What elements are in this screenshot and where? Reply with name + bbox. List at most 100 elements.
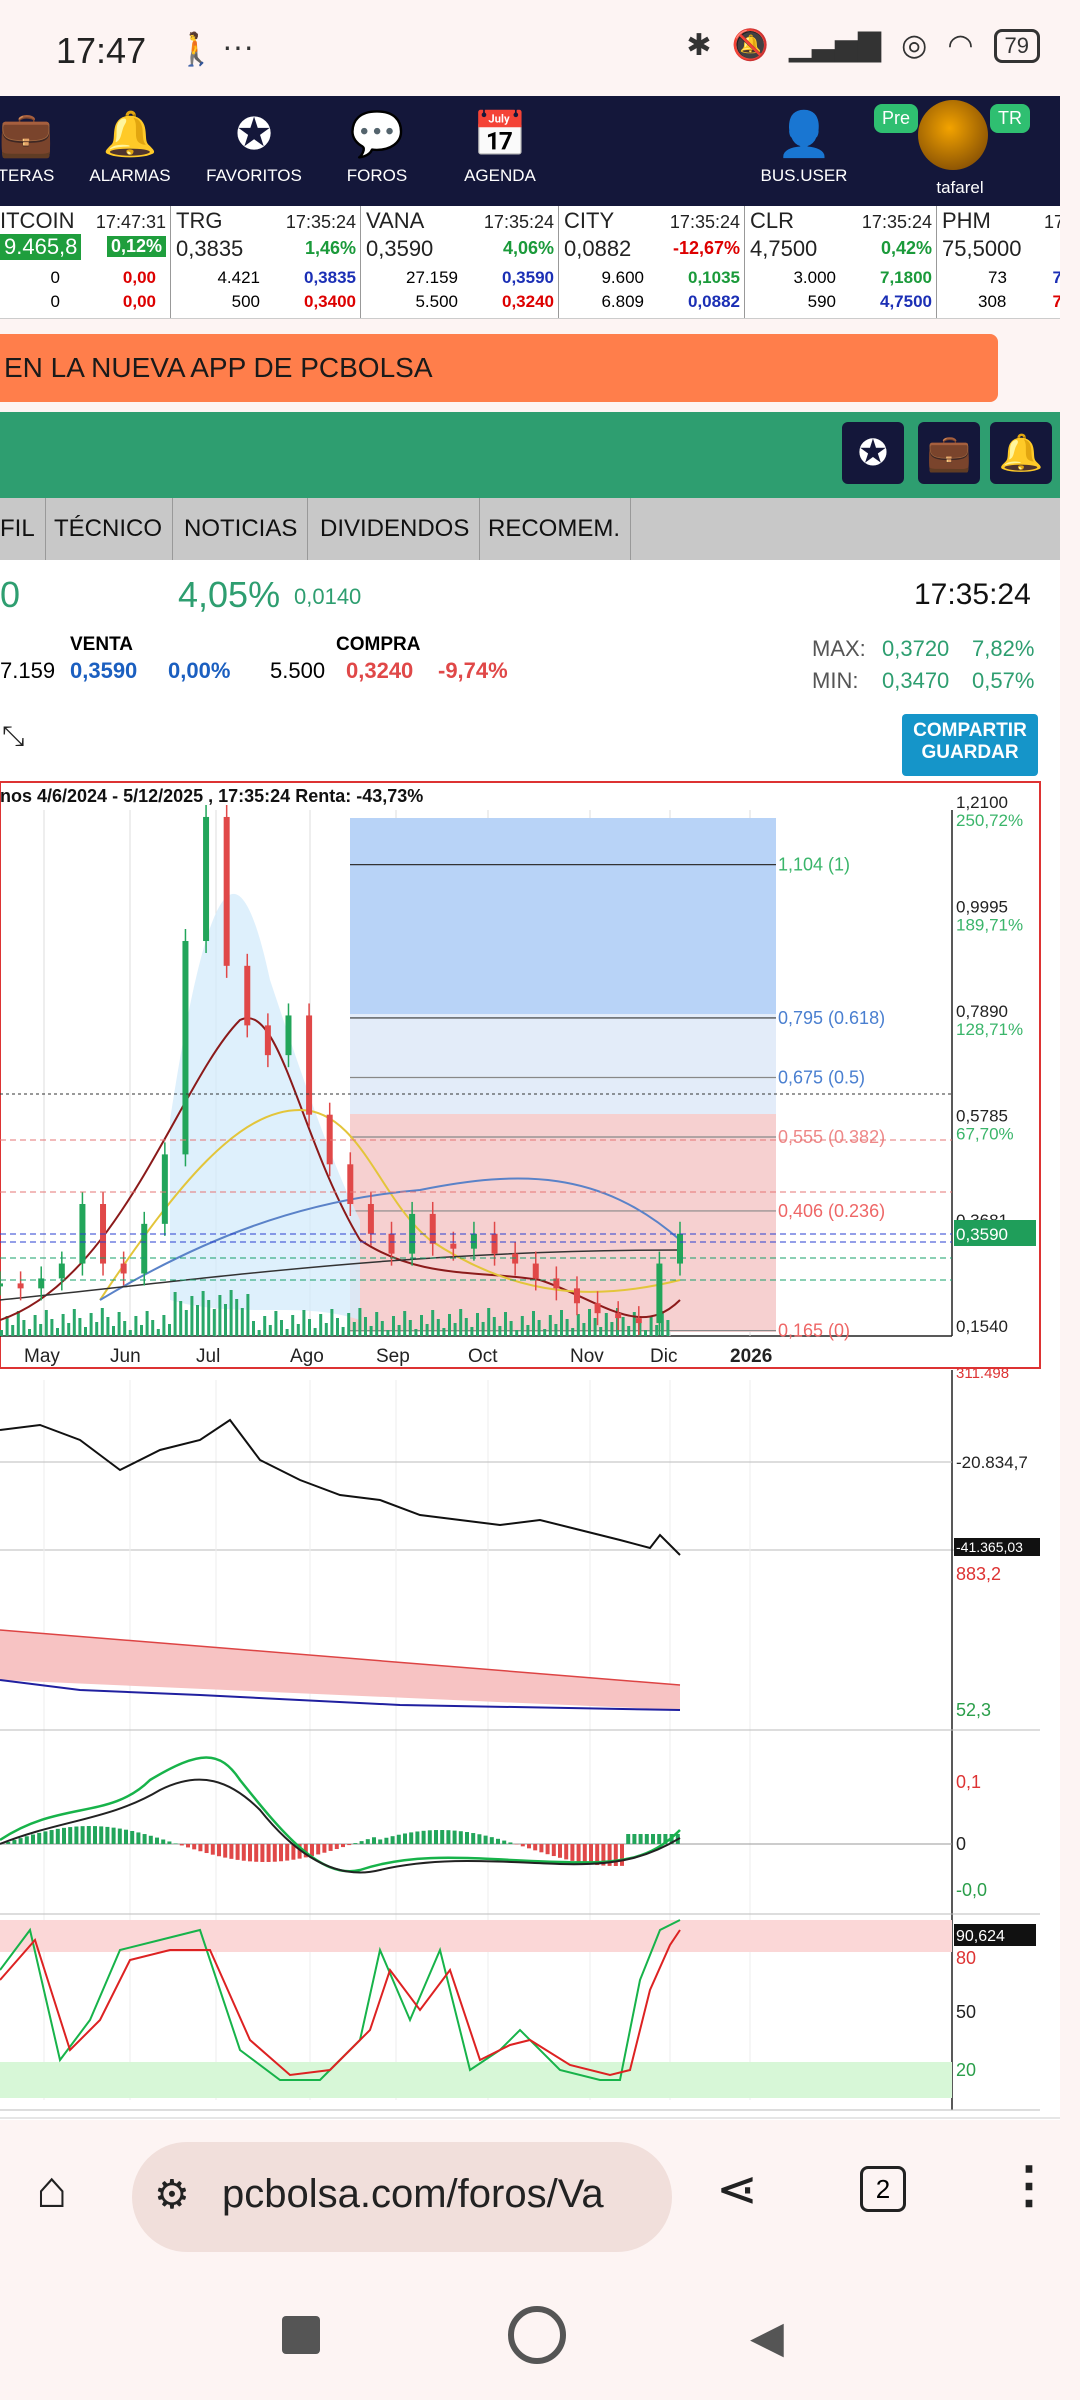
macd-bar <box>328 1844 333 1851</box>
user-search-icon: 👤 <box>776 110 832 159</box>
more-menu-icon[interactable]: ⋮ <box>1004 2156 1054 2214</box>
macd-bar <box>31 1834 35 1844</box>
share-icon[interactable]: ⋖ <box>716 2160 758 2218</box>
alarm-bell-icon[interactable]: 🔔 <box>990 422 1052 484</box>
volume-bar <box>168 1324 171 1336</box>
home-icon[interactable]: ⌂ <box>36 2160 67 2220</box>
tab-recomendaciones[interactable]: RECOMEM. <box>478 498 631 560</box>
max-value: 0,3720 <box>882 636 950 661</box>
x-tick-label: Dic <box>650 1346 677 1367</box>
macd-bar <box>626 1834 631 1844</box>
tab-bar: FIL TÉCNICO NOTICIAS DIVIDENDOS RECOMEM. <box>0 498 1060 560</box>
volume-bar <box>593 1318 597 1336</box>
volume-bar <box>459 1309 463 1336</box>
ticker-item[interactable]: CLR 17:35:24 4,7500 0,42% 3.000 7,1800 5… <box>746 206 937 318</box>
volume-bar <box>67 1323 71 1336</box>
candle-body <box>58 1263 65 1279</box>
nav-bususer[interactable]: 👤 BUS.USER <box>744 96 864 206</box>
x-tick-label: Oct <box>468 1346 498 1367</box>
volume-bar <box>128 1330 132 1336</box>
url-bar[interactable]: ⚙ pcbolsa.com/foros/Va <box>132 2142 672 2252</box>
macd-bar <box>502 1840 507 1844</box>
macd-bar <box>173 1843 178 1844</box>
ticker-item[interactable]: CITY 17:35:24 0,0882 -12,67% 9.600 0,103… <box>560 206 745 318</box>
volume-bar <box>302 1310 306 1336</box>
volume-bar <box>644 1330 647 1336</box>
macd-bar <box>266 1844 271 1862</box>
nav-agenda[interactable]: 📅 AGENDA <box>440 96 560 206</box>
badge-tr[interactable]: TR <box>990 104 1030 133</box>
expand-icon[interactable]: ⤡ <box>2 720 24 753</box>
macd-bar <box>471 1833 476 1844</box>
volume-bar <box>117 1312 121 1336</box>
volume-bar <box>324 1323 328 1336</box>
volume-bar <box>50 1319 54 1336</box>
volume-bar <box>492 1317 496 1336</box>
volume-bar <box>44 1310 48 1336</box>
home-nav-icon[interactable] <box>508 2306 566 2364</box>
promo-banner[interactable]: EN LA NUEVA APP DE PCBOLSA <box>0 334 998 402</box>
candle-body <box>0 1283 3 1287</box>
candle-body <box>429 1213 436 1244</box>
volume-bar <box>28 1329 31 1336</box>
chart-svg[interactable]: 1,104 (1) 0,795 (0.618) 0,675 (0.5) 0,555 (… <box>0 780 1060 2120</box>
macd-bar <box>508 1842 513 1844</box>
tab-tecnico[interactable]: TÉCNICO <box>44 498 173 560</box>
tabs-count-button[interactable]: 2 <box>860 2166 906 2212</box>
nav-favoritos[interactable]: ✪ FAVORITOS <box>194 96 314 206</box>
macd-bar <box>403 1833 407 1844</box>
macd-bar <box>365 1839 370 1844</box>
macd-bar <box>167 1841 172 1844</box>
site-settings-icon[interactable]: ⚙ <box>154 2172 190 2218</box>
venta-volume: 7.159 <box>0 658 56 683</box>
candle-body <box>285 1015 292 1056</box>
status-icons: ✱ 🔕 ▁▃▅▇ ◎ ◠ 79 <box>686 28 1040 63</box>
tab-dividendos[interactable]: DIVIDENDOS <box>310 498 481 560</box>
ticker-item[interactable]: VANA 17:35:24 0,3590 4,06% 27.159 0,3590… <box>362 206 559 318</box>
nav-foros[interactable]: 💬 FOROS <box>317 96 437 206</box>
macd-bar <box>204 1844 209 1854</box>
pane2-mid-label: -20.834,7 <box>956 1453 1028 1472</box>
volume-bar <box>156 1329 160 1336</box>
volume-bar <box>274 1311 278 1336</box>
volume-bar <box>392 1316 395 1336</box>
macd-bar <box>198 1844 203 1852</box>
volume-bar <box>313 1328 317 1336</box>
tab-perfil[interactable]: FIL <box>0 498 46 560</box>
macd-bar <box>186 1844 190 1848</box>
url-text[interactable]: pcbolsa.com/foros/Va <box>222 2172 662 2217</box>
wifi-icon: ◠ <box>947 29 974 62</box>
chart-area[interactable]: 1,104 (1) 0,795 (0.618) 0,675 (0.5) 0,555 (… <box>0 780 1060 2120</box>
portfolio-icon[interactable]: 💼 <box>918 422 980 484</box>
clock: 17:47 <box>56 30 147 71</box>
badge-pre[interactable]: Pre <box>874 104 919 133</box>
nav-alarmas[interactable]: 🔔 ALARMAS <box>70 96 190 206</box>
fib-zone-mid <box>350 1014 776 1114</box>
pct-tick-label: 250,72% <box>956 811 1023 830</box>
macd-bar <box>62 1827 66 1844</box>
volume-bar <box>240 1308 244 1336</box>
compra-label: COMPRA <box>336 634 421 655</box>
recents-icon[interactable] <box>282 2316 320 2354</box>
avatar[interactable] <box>918 100 988 170</box>
volume-bar <box>207 1300 211 1336</box>
system-nav: ◀ <box>0 2270 1080 2400</box>
macd-bar <box>372 1837 376 1844</box>
y-tick-label: 0,7890 <box>956 1002 1008 1021</box>
volume-bar <box>520 1316 524 1336</box>
min-value: 0,3470 <box>882 668 950 693</box>
share-save-button[interactable]: COMPARTIR GUARDAR <box>902 714 1038 776</box>
volume-bar <box>448 1314 451 1336</box>
tab-noticias[interactable]: NOTICIAS <box>174 498 309 560</box>
ticker-item[interactable]: ITCOIN 17:47:31 9.465,8 0,12% 0 0,00 0 0… <box>0 206 171 318</box>
favorite-star-icon[interactable]: ✪ <box>842 422 904 484</box>
macd-bar <box>496 1838 500 1844</box>
back-icon[interactable]: ◀ <box>750 2312 784 2363</box>
candle-body <box>677 1233 683 1264</box>
ticker-item[interactable]: PHM 17 75,5000 73 7 308 7 <box>938 206 1060 318</box>
pct-axis-labels: 250,72% 189,71% 128,71% 67,70% <box>956 811 1023 1143</box>
macd-bar <box>657 1834 662 1844</box>
ticker-item[interactable]: TRG 17:35:24 0,3835 1,46% 4.421 0,3835 5… <box>172 206 361 318</box>
macd-bar <box>217 1844 221 1857</box>
volume-bar <box>268 1325 272 1336</box>
